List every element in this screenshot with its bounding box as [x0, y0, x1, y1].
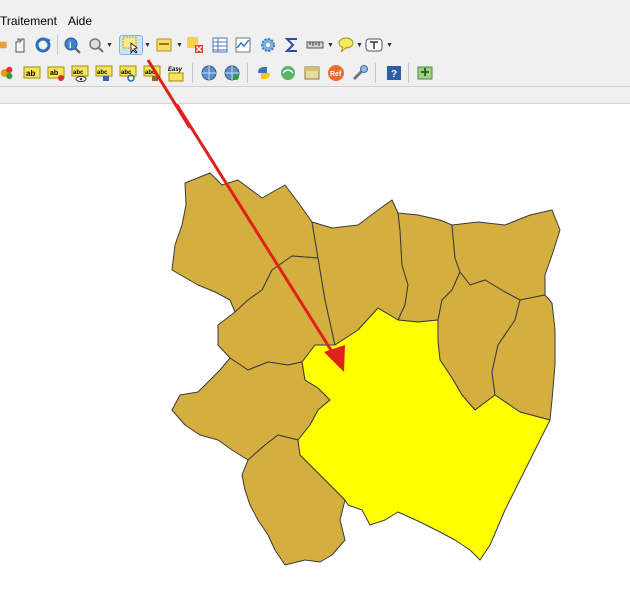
label-move-icon[interactable]: abc [94, 63, 114, 83]
refresh-icon[interactable] [33, 35, 53, 55]
toolbar-separator [375, 63, 376, 83]
label-abc-text: abc [97, 70, 108, 76]
toolbar-separator [408, 63, 409, 83]
style-icon[interactable] [0, 63, 14, 83]
chevron-down-icon[interactable]: ▼ [106, 35, 113, 55]
label-ab-text: ab [26, 69, 35, 78]
open-attribute-table-icon[interactable] [210, 35, 230, 55]
label-abc-text: abc [145, 70, 156, 76]
easy-label-icon[interactable]: Easy [166, 63, 186, 83]
svg-text:i: i [69, 40, 72, 50]
sum-icon[interactable] [282, 35, 302, 55]
ref-icon[interactable]: Ref [326, 63, 346, 83]
settings-icon[interactable] [258, 35, 278, 55]
hand-icon[interactable] [10, 35, 30, 55]
label-abc-text: abc [73, 70, 84, 76]
tool-icon[interactable] [350, 63, 370, 83]
plugin-icon[interactable] [278, 63, 298, 83]
toolbar-attributes: i ▼ ▼ ▼ ▼ ▼ ▼ [0, 30, 630, 60]
toolbar-separator [247, 63, 248, 83]
ref-text: Ref [330, 71, 342, 78]
db-icon[interactable] [302, 63, 322, 83]
identify-icon[interactable]: i [62, 35, 82, 55]
statistics-icon[interactable] [233, 35, 253, 55]
menu-traitement[interactable]: Traitement [0, 14, 57, 28]
chevron-down-icon[interactable]: ▼ [176, 35, 183, 55]
label-rotate-icon[interactable]: abc [118, 63, 138, 83]
toolbar-labels: ab ab abc abc abc abc Easy Ref ? [0, 60, 630, 86]
map-svg[interactable] [0, 104, 630, 598]
help-text: ? [391, 69, 397, 80]
layer-strip [0, 87, 630, 104]
menu-aide[interactable]: Aide [68, 14, 92, 28]
wms-icon[interactable] [199, 63, 219, 83]
label-ab-icon[interactable]: ab [22, 63, 42, 83]
menu-bar: Traitement Aide [0, 0, 630, 30]
map-canvas[interactable] [0, 104, 630, 598]
deselect-icon[interactable] [185, 35, 205, 55]
select-features-icon[interactable] [119, 35, 143, 55]
zoom-selection-icon[interactable] [86, 35, 106, 55]
easy-text: Easy [168, 67, 183, 73]
annotation-icon[interactable] [336, 35, 356, 55]
text-annotation-icon[interactable] [364, 35, 384, 55]
toolbar-separator [192, 63, 193, 83]
chevron-down-icon[interactable]: ▼ [327, 35, 334, 55]
attribute-icon[interactable] [154, 35, 174, 55]
help-icon[interactable]: ? [384, 63, 404, 83]
label-change-icon[interactable]: abc [142, 63, 162, 83]
chevron-down-icon[interactable]: ▼ [356, 35, 363, 55]
wfs-icon[interactable] [222, 63, 242, 83]
toolbar-separator [57, 35, 58, 55]
label-ab-text: ab [50, 70, 58, 77]
addlayer-icon[interactable] [415, 63, 435, 83]
measure-line-icon[interactable] [305, 35, 325, 55]
python-icon[interactable] [254, 63, 274, 83]
chevron-down-icon[interactable]: ▼ [144, 35, 151, 55]
label-pin-icon[interactable]: ab [46, 63, 66, 83]
label-show-icon[interactable]: abc [70, 63, 90, 83]
chevron-down-icon[interactable]: ▼ [386, 35, 393, 55]
